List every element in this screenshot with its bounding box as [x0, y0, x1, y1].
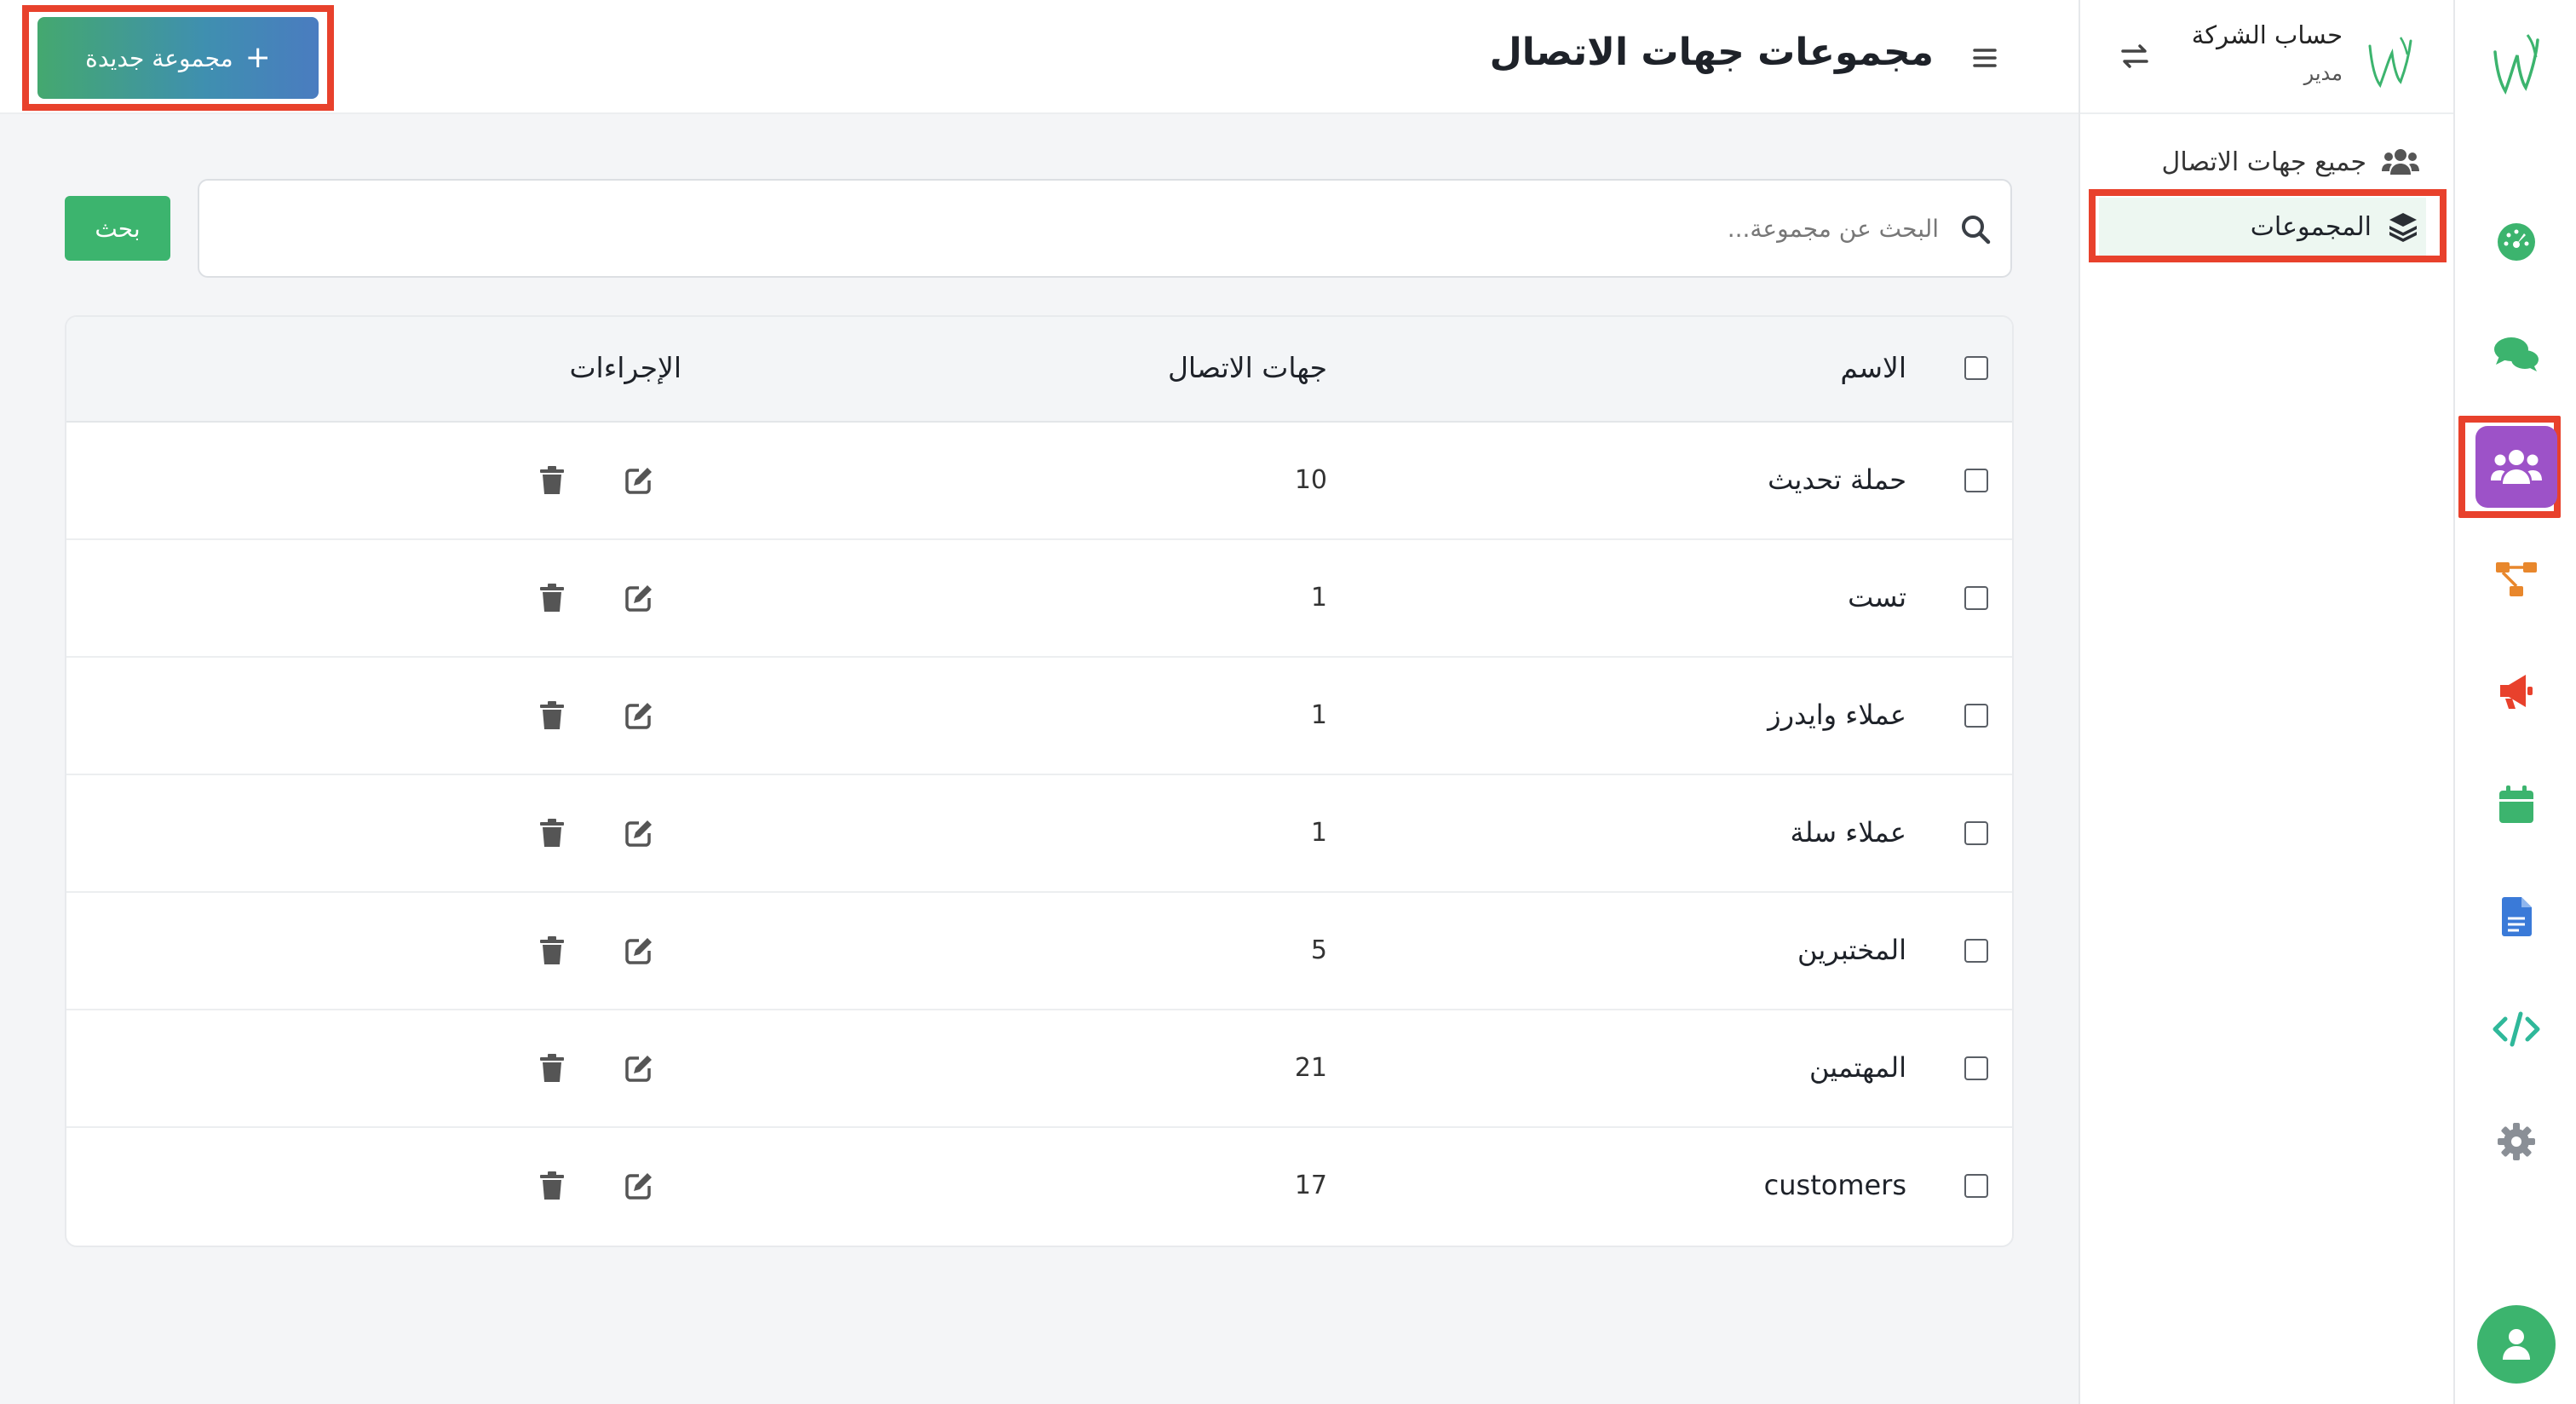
brand-logo[interactable]	[2455, 22, 2576, 107]
edit-icon[interactable]	[622, 1169, 656, 1203]
contacts-count: 10	[1294, 465, 1327, 495]
account-switcher[interactable]: حساب الشركة مدير	[2080, 0, 2455, 114]
account-name: حساب الشركة	[2191, 20, 2343, 49]
contacts-count: 1	[1310, 818, 1327, 848]
nav-campaigns[interactable]	[2455, 651, 2576, 733]
edit-icon[interactable]	[622, 699, 656, 733]
trash-icon[interactable]	[535, 934, 569, 968]
subnav-item-all-contacts[interactable]: جميع جهات الاتصال	[2099, 133, 2426, 191]
user-avatar-button[interactable]	[2477, 1305, 2556, 1384]
table-row[interactable]: المهتمين 21	[66, 1010, 2012, 1128]
contacts-count: 1	[1310, 583, 1327, 613]
group-name: تست	[1848, 581, 1906, 613]
nav-chats[interactable]	[2455, 314, 2576, 395]
company-logo	[2363, 29, 2418, 97]
table-row[interactable]: المختبرين 5	[66, 893, 2012, 1010]
new-group-label: مجموعة جديدة	[85, 43, 233, 72]
search-box	[198, 179, 2012, 278]
gear-icon	[2475, 1101, 2557, 1182]
edit-icon[interactable]	[622, 463, 656, 498]
trash-icon[interactable]	[535, 463, 569, 498]
edit-icon[interactable]	[622, 581, 656, 615]
trash-icon[interactable]	[535, 1051, 569, 1085]
document-icon	[2475, 876, 2557, 958]
group-name: المهتمين	[1808, 1051, 1906, 1084]
row-checkbox[interactable]	[1964, 821, 1988, 845]
contacts-subnav: حساب الشركة مدير جميع جهات الاتصال المجم…	[2079, 0, 2455, 1404]
edit-icon[interactable]	[622, 816, 656, 850]
trash-icon[interactable]	[535, 1169, 569, 1203]
user-icon	[2501, 1327, 2532, 1361]
group-name: المختبرين	[1797, 934, 1906, 966]
app-root: + مجموعة جديدة مجموعات جهات الاتصال بحث …	[0, 0, 2576, 1404]
edit-icon[interactable]	[622, 1051, 656, 1085]
nav-calendar[interactable]	[2455, 763, 2576, 845]
dashboard-gauge-icon	[2475, 201, 2557, 283]
code-icon	[2475, 988, 2557, 1070]
column-header-actions: الإجراءات	[569, 351, 681, 384]
layers-icon	[2387, 210, 2419, 243]
table-row[interactable]: حملة تحديث 10	[66, 423, 2012, 540]
contacts-count: 21	[1294, 1053, 1327, 1083]
chat-bubbles-icon	[2475, 314, 2557, 395]
flow-diagram-icon	[2475, 538, 2557, 620]
trash-icon[interactable]	[535, 699, 569, 733]
table-row[interactable]: تست 1	[66, 540, 2012, 658]
users-icon	[2382, 147, 2419, 176]
search-button[interactable]: بحث	[65, 196, 170, 261]
subnav-item-label: جميع جهات الاتصال	[2161, 147, 2366, 177]
hamburger-menu-icon[interactable]	[1968, 41, 2002, 75]
column-header-contacts: جهات الاتصال	[1167, 351, 1327, 384]
main-nav-rail	[2453, 0, 2576, 1404]
table-header: الاسم جهات الاتصال الإجراءات	[66, 317, 2012, 423]
trash-icon[interactable]	[535, 581, 569, 615]
row-checkbox[interactable]	[1964, 1056, 1988, 1080]
select-all-checkbox[interactable]	[1964, 356, 1988, 380]
subnav-item-label: المجموعات	[2250, 211, 2372, 242]
table-row[interactable]: عملاء سلة 1	[66, 775, 2012, 893]
row-checkbox[interactable]	[1964, 586, 1988, 610]
users-group-icon	[2475, 426, 2557, 508]
plus-icon: +	[244, 40, 271, 75]
subnav-item-groups[interactable]: المجموعات	[2099, 198, 2426, 256]
calendar-icon	[2475, 763, 2557, 845]
nav-dashboard[interactable]	[2455, 201, 2576, 283]
top-bar: + مجموعة جديدة مجموعات جهات الاتصال	[0, 0, 2079, 114]
group-name: عملاء وايدرز	[1768, 699, 1906, 731]
group-name: عملاء سلة	[1790, 816, 1906, 849]
row-checkbox[interactable]	[1964, 939, 1988, 963]
trash-icon[interactable]	[535, 816, 569, 850]
nav-developer[interactable]	[2455, 988, 2576, 1070]
column-header-name: الاسم	[1840, 351, 1906, 384]
row-checkbox[interactable]	[1964, 469, 1988, 492]
nav-contacts[interactable]	[2455, 426, 2576, 508]
contacts-count: 17	[1294, 1171, 1327, 1200]
account-role: مدير	[2303, 61, 2343, 85]
edit-icon[interactable]	[622, 934, 656, 968]
nav-templates[interactable]	[2455, 876, 2576, 958]
group-name: حملة تحديث	[1768, 463, 1906, 496]
page-title: مجموعات جهات الاتصال	[1489, 31, 1934, 74]
table-row[interactable]: customers 17	[66, 1128, 2012, 1246]
nav-settings[interactable]	[2455, 1101, 2576, 1182]
nav-flows[interactable]	[2455, 538, 2576, 620]
switch-arrows-icon[interactable]	[2118, 39, 2152, 73]
row-checkbox[interactable]	[1964, 1174, 1988, 1198]
search-icon	[1959, 213, 1992, 245]
contacts-count: 5	[1310, 935, 1327, 965]
groups-table: الاسم جهات الاتصال الإجراءات حملة تحديث …	[65, 315, 2014, 1247]
group-name: customers	[1763, 1169, 1906, 1201]
contacts-count: 1	[1310, 700, 1327, 730]
row-checkbox[interactable]	[1964, 704, 1988, 728]
search-input[interactable]	[252, 182, 1939, 274]
new-group-button[interactable]: + مجموعة جديدة	[37, 17, 319, 99]
megaphone-icon	[2475, 651, 2557, 733]
table-row[interactable]: عملاء وايدرز 1	[66, 658, 2012, 775]
